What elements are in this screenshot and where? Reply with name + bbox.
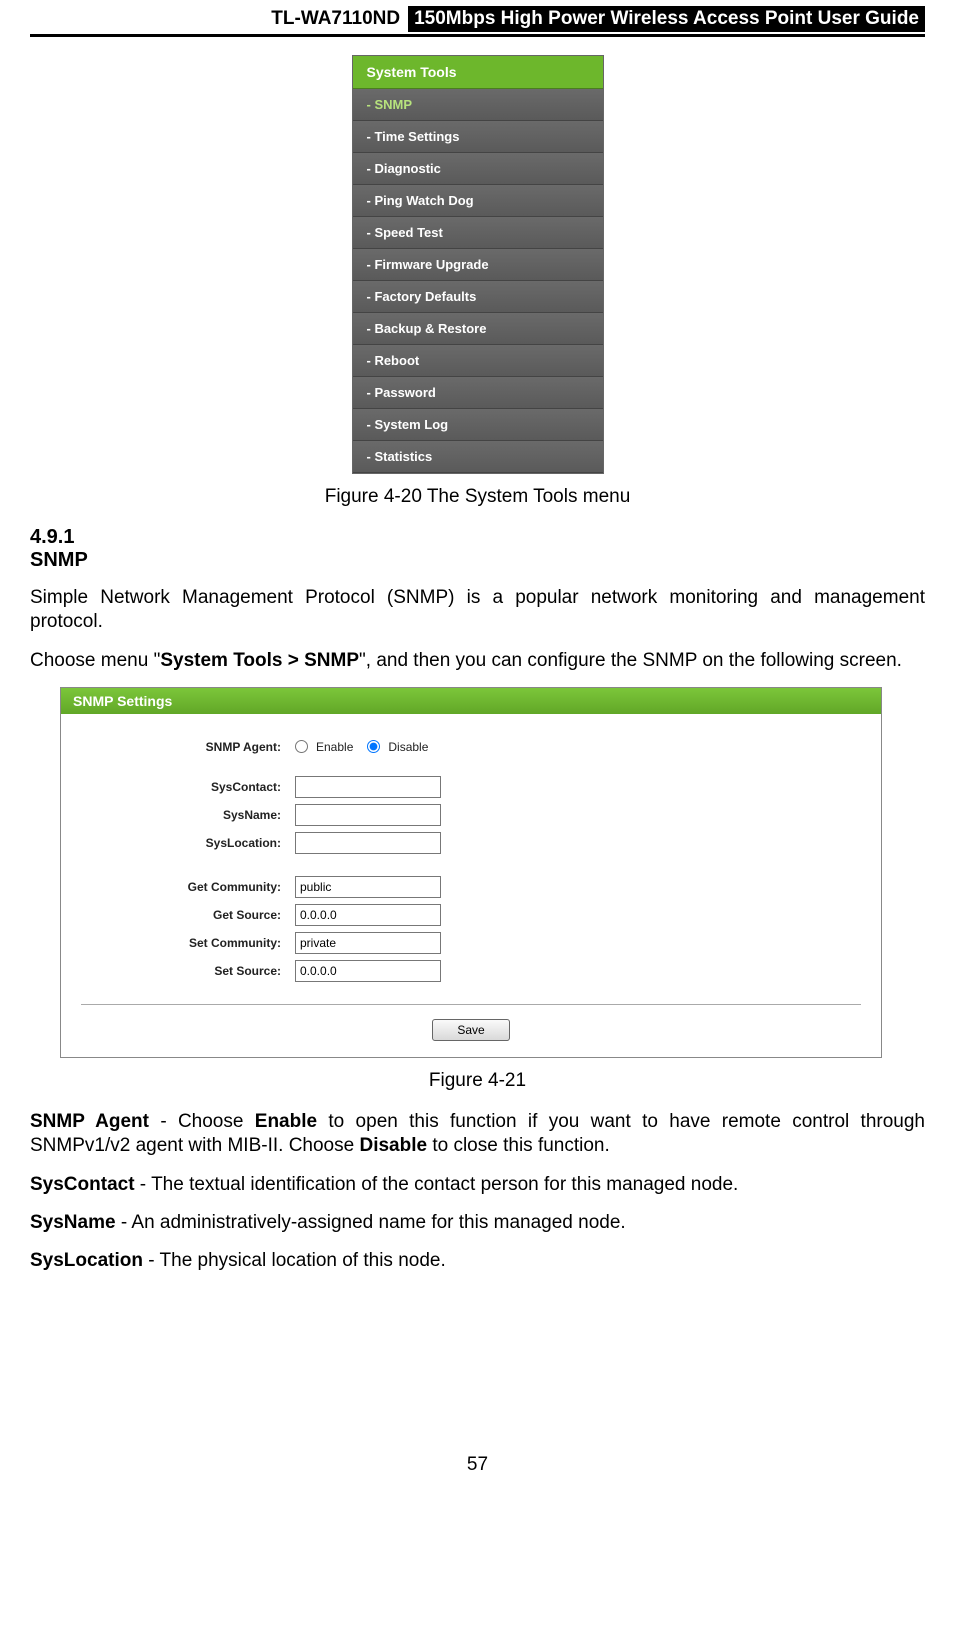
page-number: 57	[30, 1454, 925, 1476]
nav-item-firmware-upgrade[interactable]: - Firmware Upgrade	[353, 249, 603, 281]
nav-item-statistics[interactable]: - Statistics	[353, 441, 603, 473]
row-snmp-agent: SNMP Agent: Enable Disable	[81, 740, 861, 754]
nav-item-speed-test[interactable]: - Speed Test	[353, 217, 603, 249]
row-get-source: Get Source:	[81, 904, 861, 926]
desc-syscontact: SysContact - The textual identification …	[30, 1173, 925, 1197]
nav-menu-title: System Tools	[353, 56, 603, 89]
radio-enable[interactable]	[295, 740, 308, 753]
nav-item-backup-restore[interactable]: - Backup & Restore	[353, 313, 603, 345]
desc-sysname: SysName - An administratively-assigned n…	[30, 1211, 925, 1235]
snmp-panel-body: SNMP Agent: Enable Disable SysContact: S…	[61, 714, 881, 1057]
input-syscontact[interactable]	[295, 776, 441, 798]
label-syslocation: SysLocation:	[81, 836, 295, 850]
desc-snmp-agent: SNMP Agent - Choose Enable to open this …	[30, 1110, 925, 1159]
label-snmp-agent: SNMP Agent:	[81, 740, 295, 754]
desc-syscontact-a: - The textual identification of the cont…	[135, 1174, 739, 1195]
input-syslocation[interactable]	[295, 832, 441, 854]
row-sysname: SysName:	[81, 804, 861, 826]
nav-menu-figure: System Tools - SNMP - Time Settings - Di…	[352, 55, 604, 474]
input-set-source[interactable]	[295, 960, 441, 982]
para2-bold: System Tools > SNMP	[160, 650, 359, 671]
separator	[81, 1004, 861, 1005]
para2-a: Choose menu "	[30, 650, 160, 671]
label-set-source: Set Source:	[81, 964, 295, 978]
radio-enable-label: Enable	[316, 740, 353, 754]
desc-sysname-a: - An administratively-assigned name for …	[116, 1212, 626, 1233]
row-syslocation: SysLocation:	[81, 832, 861, 854]
figure-4-20-caption: Figure 4-20 The System Tools menu	[30, 486, 925, 508]
section-number: 4.9.1	[30, 526, 925, 549]
paragraph-choose-menu: Choose menu "System Tools > SNMP", and t…	[30, 649, 925, 673]
term-sysname: SysName	[30, 1212, 116, 1233]
input-get-community[interactable]	[295, 876, 441, 898]
label-syscontact: SysContact:	[81, 780, 295, 794]
radio-snmp-agent: Enable Disable	[295, 740, 428, 754]
snmp-settings-panel: SNMP Settings SNMP Agent: Enable Disable…	[60, 687, 882, 1058]
term-snmp-agent: SNMP Agent	[30, 1111, 149, 1132]
label-get-source: Get Source:	[81, 908, 295, 922]
page-header: TL-WA7110ND 150Mbps High Power Wireless …	[30, 0, 925, 37]
guide-title: 150Mbps High Power Wireless Access Point…	[408, 6, 925, 32]
desc-snmp-agent-c: to close this function.	[427, 1135, 610, 1156]
nav-menu-figure-wrap: System Tools - SNMP - Time Settings - Di…	[30, 55, 925, 474]
desc-snmp-agent-a: - Choose	[149, 1111, 255, 1132]
label-get-community: Get Community:	[81, 880, 295, 894]
term-disable: Disable	[359, 1135, 427, 1156]
term-syscontact: SysContact	[30, 1174, 135, 1195]
term-syslocation: SysLocation	[30, 1250, 143, 1271]
row-set-source: Set Source:	[81, 960, 861, 982]
row-syscontact: SysContact:	[81, 776, 861, 798]
nav-item-snmp[interactable]: - SNMP	[353, 89, 603, 121]
label-set-community: Set Community:	[81, 936, 295, 950]
term-enable: Enable	[255, 1111, 317, 1132]
radio-disable[interactable]	[367, 740, 380, 753]
figure-4-21-caption: Figure 4-21	[30, 1070, 925, 1092]
model-label: TL-WA7110ND	[271, 8, 400, 30]
nav-item-system-log[interactable]: - System Log	[353, 409, 603, 441]
nav-item-time-settings[interactable]: - Time Settings	[353, 121, 603, 153]
nav-item-factory-defaults[interactable]: - Factory Defaults	[353, 281, 603, 313]
label-sysname: SysName:	[81, 808, 295, 822]
input-get-source[interactable]	[295, 904, 441, 926]
desc-syslocation-a: - The physical location of this node.	[143, 1250, 446, 1271]
save-button[interactable]: Save	[432, 1019, 509, 1041]
radio-disable-label: Disable	[388, 740, 428, 754]
nav-item-diagnostic[interactable]: - Diagnostic	[353, 153, 603, 185]
input-sysname[interactable]	[295, 804, 441, 826]
nav-item-reboot[interactable]: - Reboot	[353, 345, 603, 377]
save-row: Save	[81, 1013, 861, 1053]
para2-c: ", and then you can configure the SNMP o…	[359, 650, 902, 671]
nav-item-password[interactable]: - Password	[353, 377, 603, 409]
row-get-community: Get Community:	[81, 876, 861, 898]
row-set-community: Set Community:	[81, 932, 861, 954]
input-set-community[interactable]	[295, 932, 441, 954]
snmp-panel-title: SNMP Settings	[61, 688, 881, 714]
paragraph-intro: Simple Network Management Protocol (SNMP…	[30, 586, 925, 635]
desc-syslocation: SysLocation - The physical location of t…	[30, 1249, 925, 1273]
section-title: SNMP	[30, 549, 925, 572]
nav-item-ping-watch-dog[interactable]: - Ping Watch Dog	[353, 185, 603, 217]
